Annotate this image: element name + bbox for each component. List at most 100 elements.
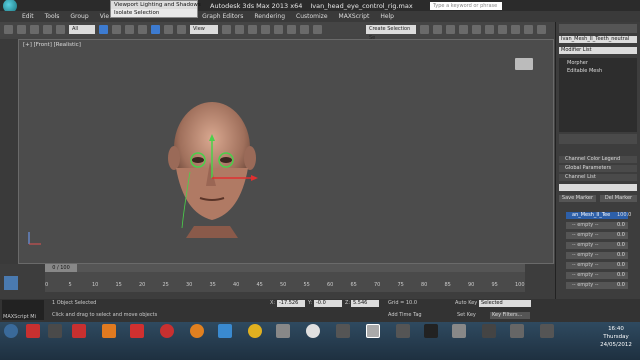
maxscript-listener[interactable]: MAXScript Mi: [2, 300, 44, 320]
taskbar-app-4-icon[interactable]: [102, 324, 116, 338]
taskbar-app-10-icon[interactable]: [276, 324, 290, 338]
mini-curve-editor-icon[interactable]: [4, 276, 18, 290]
channel-7-value[interactable]: 0.0: [617, 272, 635, 279]
percent-snap-icon[interactable]: [287, 25, 296, 34]
schematic-icon[interactable]: [485, 25, 494, 34]
window-crossing-icon[interactable]: [138, 25, 147, 34]
select-manipulate-icon[interactable]: [235, 25, 244, 34]
channel-8-value[interactable]: 0.0: [617, 282, 635, 289]
graphite-icon[interactable]: [459, 25, 468, 34]
menu-group[interactable]: Group: [70, 13, 88, 20]
menu-tools[interactable]: Tools: [45, 13, 60, 20]
modifier-list-dropdown[interactable]: Modifier List: [559, 47, 637, 54]
x-coord-field[interactable]: -17.526: [277, 300, 305, 307]
taskbar-app-3-icon[interactable]: [72, 324, 86, 338]
time-slider-frame[interactable]: 0 / 100: [45, 264, 77, 272]
stack-tools[interactable]: [559, 134, 637, 144]
menu-graph-editors[interactable]: Graph Editors: [202, 13, 243, 20]
key-filters-button[interactable]: Key Filters...: [490, 312, 530, 319]
taskbar-app-12-icon[interactable]: [336, 324, 350, 338]
taskbar-app-5-icon[interactable]: [130, 324, 144, 338]
render-frame-icon[interactable]: [524, 25, 533, 34]
menu-maxscript[interactable]: MAXScript: [339, 13, 370, 20]
spinner-snap-icon[interactable]: [300, 25, 309, 34]
menu-item-isolate-selection[interactable]: Isolate Selection: [111, 9, 197, 17]
taskbar-app-17-icon[interactable]: [482, 324, 496, 338]
menu-views[interactable]: Vie: [100, 13, 109, 20]
taskbar-app-8-icon[interactable]: [218, 324, 232, 338]
taskbar-app-1-icon[interactable]: [26, 324, 40, 338]
angle-snap-icon[interactable]: [274, 25, 283, 34]
del-marker-button[interactable]: Del Marker: [600, 195, 637, 202]
chrome-icon[interactable]: [248, 324, 262, 338]
menu-edit[interactable]: Edit: [22, 13, 34, 20]
channel-2-value[interactable]: 0.0: [617, 222, 635, 229]
mirror-icon[interactable]: [420, 25, 429, 34]
taskbar-app-2-icon[interactable]: [48, 324, 62, 338]
unlink-icon[interactable]: [43, 25, 52, 34]
head-model[interactable]: [154, 98, 274, 238]
3dsmax-taskbar-icon[interactable]: [366, 324, 380, 338]
menu-item-viewport-lighting[interactable]: Viewport Lighting and Shadows: [111, 1, 201, 9]
track-bar[interactable]: 0 5 10 15 20 25 30 35 40 45 50 55 60 65 70 75 80 85 90 95 10…: [45, 272, 525, 292]
rollout-channel-color-legend[interactable]: Channel Color Legend: [559, 156, 637, 163]
add-time-tag[interactable]: Add Time Tag: [388, 312, 422, 319]
menu-customize[interactable]: Customize: [296, 13, 328, 20]
search-input[interactable]: Type a keyword or phrase: [430, 2, 502, 10]
curve-editor-icon[interactable]: [472, 25, 481, 34]
stack-item-editable-mesh[interactable]: Editable Mesh: [559, 68, 637, 75]
rect-selection-icon[interactable]: [125, 25, 134, 34]
rotate-icon[interactable]: [164, 25, 173, 34]
align-icon[interactable]: [433, 25, 442, 34]
time-slider[interactable]: 0 / 100: [45, 264, 525, 272]
channel-3-value[interactable]: 0.0: [617, 232, 635, 239]
start-button-icon[interactable]: [4, 324, 18, 338]
pivot-center-icon[interactable]: [222, 25, 231, 34]
menu-help[interactable]: Help: [380, 13, 394, 20]
auto-key-button[interactable]: Auto Key: [455, 300, 477, 307]
stack-item-morpher[interactable]: Morpher: [559, 60, 637, 67]
command-panel-tabs[interactable]: [559, 24, 637, 33]
opera-icon[interactable]: [160, 324, 174, 338]
selection-filter[interactable]: All: [69, 25, 95, 34]
channel-6-value[interactable]: 0.0: [617, 262, 635, 269]
channel-1-value[interactable]: 100.0: [617, 212, 635, 219]
blackberry-icon[interactable]: [424, 324, 438, 338]
system-clock[interactable]: 16:40 Thursday 24/05/2012: [596, 325, 636, 349]
link-icon[interactable]: [30, 25, 39, 34]
scale-icon[interactable]: [177, 25, 186, 34]
keyboard-shortcut-icon[interactable]: [248, 25, 257, 34]
snaps-icon[interactable]: [261, 25, 270, 34]
bind-spacewarp-icon[interactable]: [56, 25, 65, 34]
taskbar-app-19-icon[interactable]: [540, 324, 554, 338]
viewport-label[interactable]: [+] [Front] [Realistic]: [23, 42, 81, 48]
key-mode-dropdown[interactable]: Selected: [479, 300, 531, 307]
y-coord-field[interactable]: -0.0: [314, 300, 342, 307]
edit-named-sel-icon[interactable]: [313, 25, 322, 34]
firefox-icon[interactable]: [190, 324, 204, 338]
render-icon[interactable]: [537, 25, 546, 34]
taskbar-app-14-icon[interactable]: [396, 324, 410, 338]
set-key-button[interactable]: Set Key: [457, 312, 476, 319]
menu-rendering[interactable]: Rendering: [254, 13, 285, 20]
move-icon[interactable]: [151, 25, 160, 34]
channel-5-value[interactable]: 0.0: [617, 252, 635, 259]
taskbar-app-18-icon[interactable]: [510, 324, 524, 338]
material-editor-icon[interactable]: [498, 25, 507, 34]
channel-4-value[interactable]: 0.0: [617, 242, 635, 249]
rollout-global-parameters[interactable]: Global Parameters: [559, 165, 637, 172]
select-object-icon[interactable]: [99, 25, 108, 34]
undo-icon[interactable]: [4, 25, 13, 34]
ref-coord-system[interactable]: View: [190, 25, 218, 34]
taskbar-app-11-icon[interactable]: [306, 324, 320, 338]
named-selection-sets[interactable]: Create Selection Se: [366, 25, 416, 41]
rollout-channel-list[interactable]: Channel List: [559, 174, 637, 181]
redo-icon[interactable]: [17, 25, 26, 34]
marker-dropdown[interactable]: [559, 184, 637, 191]
object-name-field[interactable]: Ivan_Mesh_II_Teeth_neutral: [559, 36, 637, 43]
select-by-name-icon[interactable]: [112, 25, 121, 34]
layer-manager-icon[interactable]: [446, 25, 455, 34]
viewport-front[interactable]: [+] [Front] [Realistic]: [18, 39, 554, 264]
viewcube-icon[interactable]: [515, 58, 533, 70]
taskbar-app-16-icon[interactable]: [452, 324, 466, 338]
